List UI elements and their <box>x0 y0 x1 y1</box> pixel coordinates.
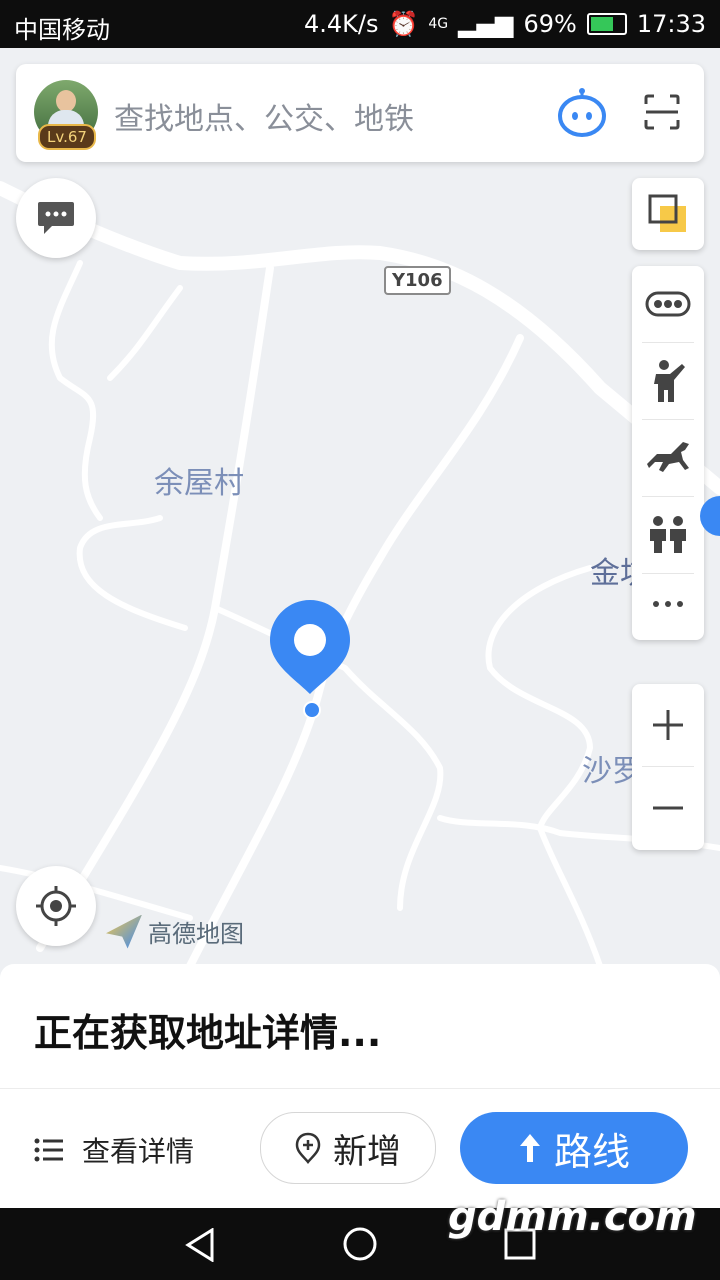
battery-icon <box>586 13 627 35</box>
user-level-badge: Lv.67 <box>38 124 96 150</box>
layers-button[interactable] <box>632 178 704 250</box>
route-label: 路线 <box>553 1129 630 1174</box>
location-pin[interactable] <box>268 598 352 708</box>
assistant-robot-icon[interactable] <box>556 86 608 138</box>
add-location-icon <box>295 1132 321 1164</box>
network-type: 4G <box>428 16 449 32</box>
add-place-button[interactable]: 新增 <box>260 1112 436 1184</box>
view-details-button[interactable]: 查看详情 <box>34 1130 194 1170</box>
group-travel-button[interactable] <box>632 497 704 573</box>
layers-icon <box>648 194 686 232</box>
village-label-jinkeng: 金坑 <box>590 556 634 591</box>
clock: 17:33 <box>636 10 706 38</box>
zoom-controls <box>632 684 704 850</box>
map-logo: 高德地图 <box>106 914 244 949</box>
message-button[interactable] <box>16 178 96 258</box>
status-right: 4.4K/s ⏰ 4G ▂▄▆ 69% 17:33 <box>304 10 706 38</box>
bottom-sheet: 正在获取地址详情... 查看详情 新增 路线 <box>0 964 720 1208</box>
route-arrow-icon <box>519 1134 540 1162</box>
location-pin-icon <box>270 600 350 694</box>
more-dots-icon <box>653 601 683 607</box>
back-icon[interactable] <box>184 1228 216 1262</box>
travel-mode-button[interactable] <box>632 420 704 496</box>
watermark-text: gdmm.com <box>448 1194 697 1240</box>
search-bar[interactable]: Lv.67 查找地点、公交、地铁 <box>16 64 704 162</box>
galloping-horse-icon <box>647 442 689 472</box>
guide-person-icon <box>654 360 685 402</box>
street-view-button[interactable] <box>632 343 704 419</box>
minus-icon <box>653 806 683 810</box>
village-label-yuwu: 余屋村 <box>154 466 244 501</box>
chat-bubble-icon <box>38 202 74 234</box>
map-roads <box>0 181 720 966</box>
add-label: 新增 <box>333 1131 401 1172</box>
road-label-y106: Y106 <box>384 266 451 295</box>
status-bar: 中国移动 4.4K/s ⏰ 4G ▂▄▆ 69% 17:33 <box>0 0 720 48</box>
list-icon <box>34 1138 63 1162</box>
view-details-label: 查看详情 <box>82 1135 195 1168</box>
alarm-icon: ⏰ <box>388 10 419 38</box>
zoom-in-button[interactable] <box>632 684 704 766</box>
two-people-icon <box>650 516 686 553</box>
home-icon[interactable] <box>342 1226 378 1262</box>
route-button[interactable]: 路线 <box>460 1112 688 1184</box>
zoom-out-button[interactable] <box>632 767 704 849</box>
map-canvas[interactable]: Y106 余屋村 金坑 沙罗 高德地图 <box>0 48 720 966</box>
map-tools-panel <box>632 266 704 640</box>
scan-icon[interactable] <box>644 94 680 130</box>
net-speed: 4.4K/s <box>303 10 379 38</box>
locate-me-button[interactable] <box>16 866 96 946</box>
current-point-dot <box>303 701 321 719</box>
more-button[interactable] <box>632 574 704 634</box>
amap-logo-icon <box>106 914 142 949</box>
bus-icon <box>645 291 691 317</box>
carrier: 中国移动 <box>14 16 110 44</box>
traffic-button[interactable] <box>632 266 704 342</box>
map-logo-text: 高德地图 <box>148 920 244 948</box>
signal-icon: ▂▄▆ <box>458 10 514 38</box>
crosshair-icon <box>36 886 76 926</box>
divider <box>0 1088 720 1089</box>
village-label-shaluo: 沙罗 <box>582 754 634 789</box>
search-input[interactable]: 查找地点、公交、地铁 <box>114 94 414 138</box>
plus-icon <box>653 710 683 740</box>
battery-percent: 69% <box>523 10 577 38</box>
address-status-title: 正在获取地址详情... <box>34 1011 382 1055</box>
